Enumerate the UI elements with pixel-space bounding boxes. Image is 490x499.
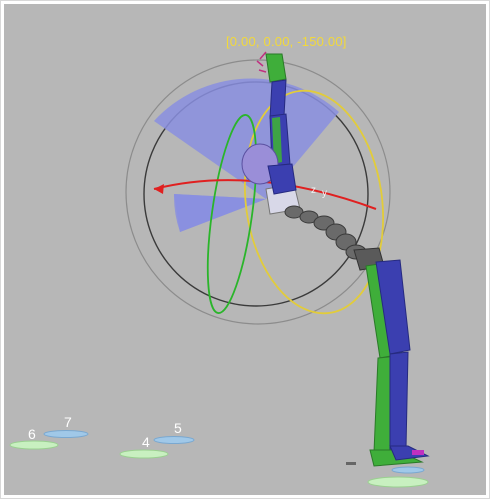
raised-hand-fingers (256, 51, 267, 73)
footprint-6-label: 6 (28, 426, 36, 442)
3d-viewport[interactable]: [0.00, 0.00, -150.00] z y 6 7 4 5 (4, 4, 486, 495)
screenshot-frame: [0.00, 0.00, -150.00] z y 6 7 4 5 (0, 0, 490, 499)
footprint-7-shape[interactable] (43, 430, 89, 438)
footprint-4-label: 4 (142, 434, 150, 450)
footprint-7-label: 7 (64, 414, 72, 430)
gizmo-y-label: y (322, 188, 327, 199)
footprint-5-label: 5 (174, 420, 182, 436)
ground-marker (346, 462, 356, 465)
gizmo-z-label: z (311, 185, 316, 196)
coordinate-readout: [0.00, 0.00, -150.00] (226, 34, 347, 49)
footprint-6-shape[interactable] (9, 440, 59, 450)
footprint-current-shape[interactable] (367, 466, 429, 488)
shin-right[interactable] (389, 351, 409, 451)
scene-canvas[interactable] (4, 4, 486, 495)
raised-hand[interactable] (265, 53, 287, 83)
gizmo-x-arrow[interactable] (154, 184, 164, 194)
footprint-4-shape[interactable] (119, 449, 169, 459)
footprint-5-shape[interactable] (153, 436, 195, 444)
foot-marker (412, 450, 424, 455)
raised-forearm[interactable] (269, 79, 287, 119)
